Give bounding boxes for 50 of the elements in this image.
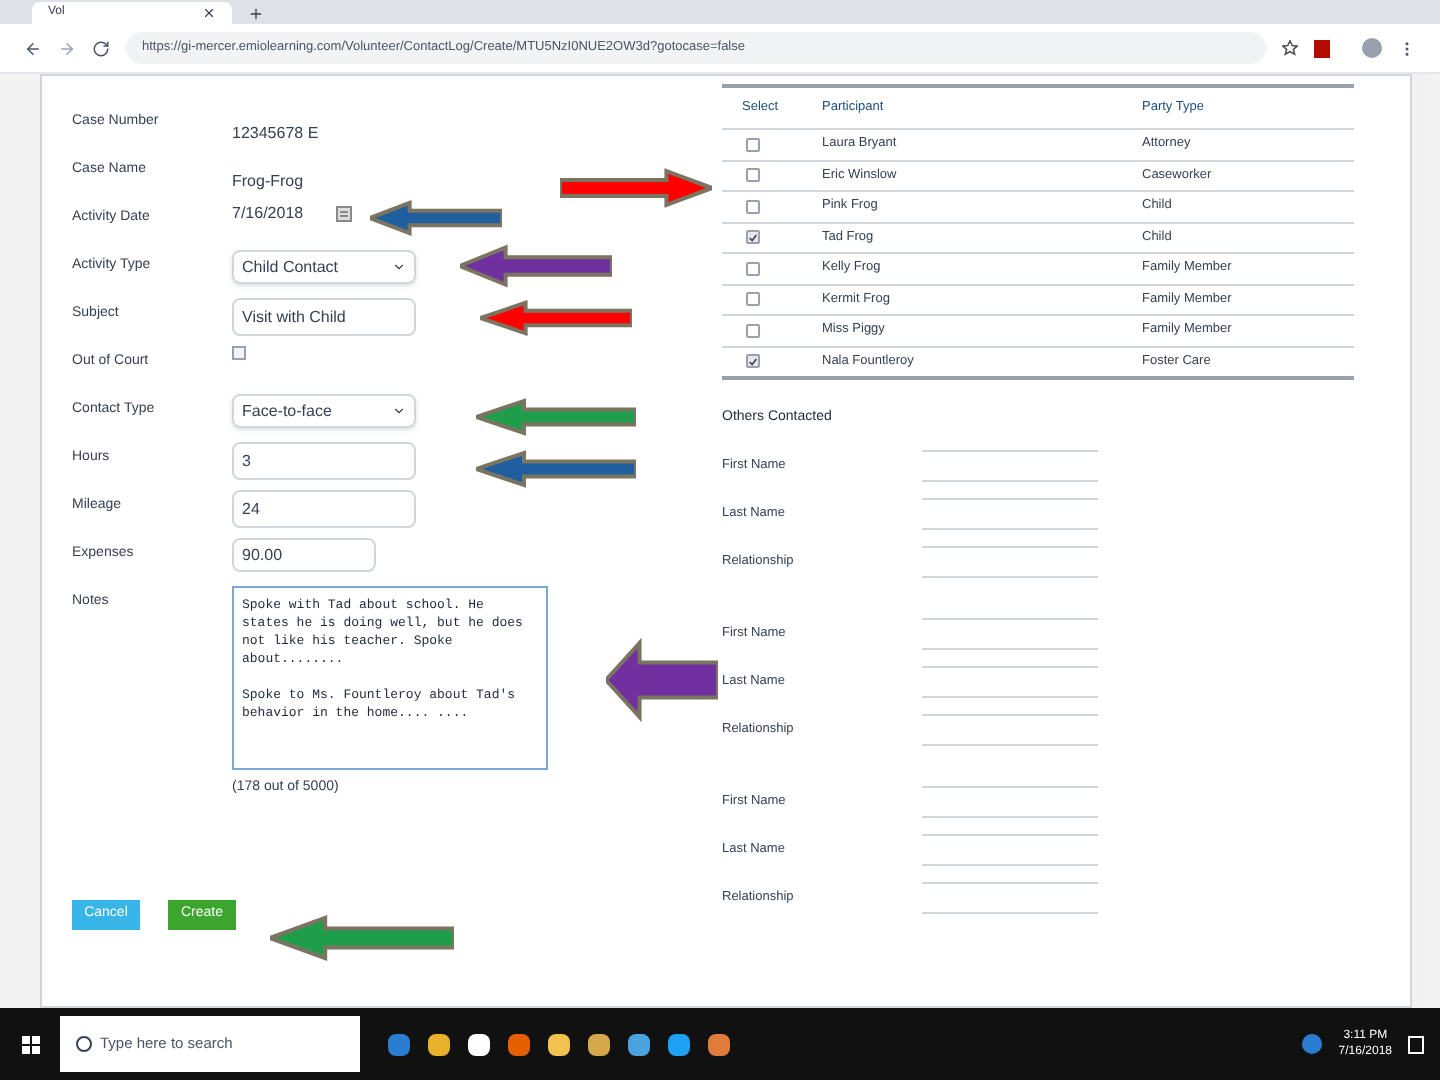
select-field[interactable]: Face-to-face — [232, 394, 416, 428]
input-field[interactable] — [922, 497, 1098, 529]
field-value: 7/16/2018 — [232, 202, 304, 226]
field-value: 12345678 E — [232, 124, 319, 142]
extension-icon[interactable] — [1314, 39, 1330, 57]
input-field[interactable] — [922, 449, 1098, 481]
back-icon[interactable] — [24, 39, 42, 57]
checkbox[interactable] — [746, 261, 760, 276]
input-field[interactable] — [922, 713, 1098, 745]
notification-icon[interactable] — [1408, 1035, 1424, 1053]
close-icon[interactable] — [202, 6, 216, 20]
taskbar-app-icon[interactable] — [708, 1033, 730, 1055]
input-field[interactable]: 3 — [232, 442, 416, 480]
input-field[interactable] — [922, 665, 1098, 697]
input-field[interactable]: Visit with Child — [232, 298, 416, 336]
checkbox[interactable] — [746, 230, 760, 245]
checkbox[interactable] — [746, 137, 760, 152]
windows-icon[interactable] — [21, 1035, 39, 1053]
taskbar-app-icon[interactable] — [668, 1033, 690, 1055]
check-icon — [748, 355, 758, 368]
check-icon — [748, 231, 758, 244]
taskbar-app-icon[interactable] — [428, 1033, 450, 1055]
checkbox[interactable] — [746, 199, 760, 214]
taskbar-app-icon[interactable] — [468, 1033, 490, 1055]
checkbox[interactable] — [232, 346, 246, 360]
forward-icon[interactable] — [58, 39, 76, 57]
taskbar-app-icon[interactable] — [588, 1033, 610, 1055]
input-field[interactable] — [922, 881, 1098, 913]
taskbar-app-icon[interactable] — [548, 1033, 570, 1055]
select-field[interactable]: Child Contact — [232, 250, 416, 284]
profile-avatar[interactable] — [1362, 38, 1382, 58]
reload-icon[interactable] — [92, 39, 110, 57]
star-icon[interactable] — [1282, 40, 1298, 56]
checkbox[interactable] — [746, 323, 760, 338]
input-field[interactable] — [922, 785, 1098, 817]
field-value: Frog-Frog — [232, 172, 304, 190]
input-field[interactable] — [922, 617, 1098, 649]
calendar-icon[interactable] — [335, 206, 352, 222]
caret-icon — [392, 260, 406, 274]
caret-icon — [392, 404, 406, 418]
new-tab-icon[interactable] — [248, 6, 264, 22]
input-field[interactable] — [922, 545, 1098, 577]
input-field[interactable]: 24 — [232, 490, 416, 528]
system-tray-icon[interactable] — [1302, 1034, 1323, 1054]
checkbox[interactable] — [746, 168, 760, 183]
taskbar-app-icon[interactable] — [628, 1033, 650, 1055]
input-field[interactable] — [922, 833, 1098, 865]
checkbox[interactable] — [746, 292, 760, 307]
checkbox[interactable] — [746, 354, 760, 369]
input-field[interactable]: 90.00 — [232, 538, 376, 572]
